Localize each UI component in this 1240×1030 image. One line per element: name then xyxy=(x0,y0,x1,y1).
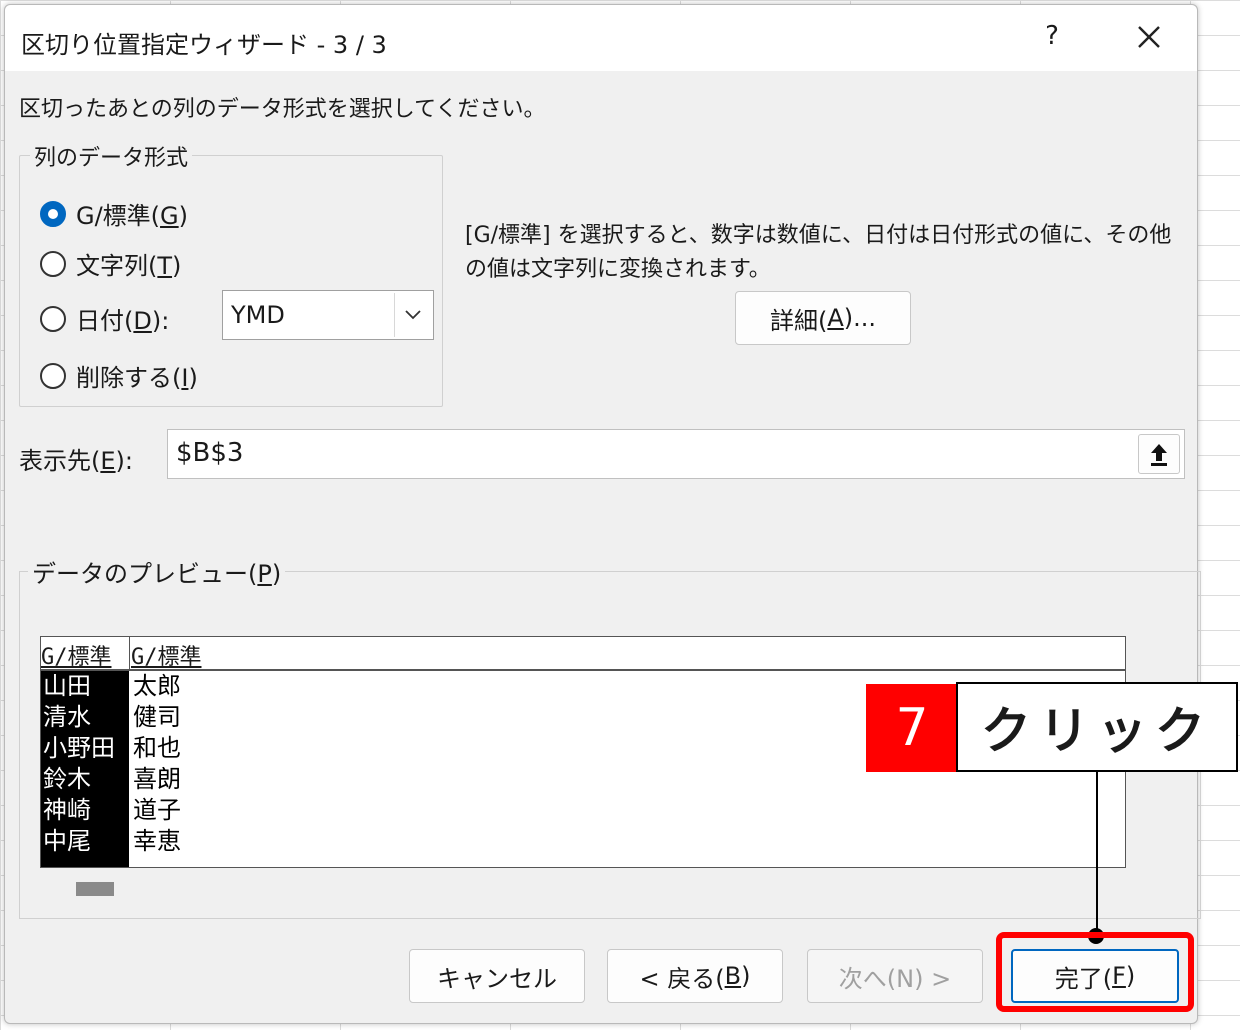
callout-label: クリック xyxy=(956,682,1238,772)
radio-skip-indicator[interactable] xyxy=(40,362,66,389)
advanced-button[interactable]: 詳細(A)... xyxy=(735,291,911,345)
table-cell: 喜朗 xyxy=(133,765,181,793)
help-button[interactable]: ? xyxy=(1037,21,1067,51)
radio-text[interactable]: 文字列(T) xyxy=(40,246,181,281)
dialog-title: 区切り位置指定ウィザード - 3 / 3 xyxy=(21,31,387,59)
destination-value: $B$3 xyxy=(176,438,244,468)
table-cell: 幸恵 xyxy=(133,827,181,855)
text-to-columns-wizard-dialog: 区切り位置指定ウィザード - 3 / 3 ? 区切ったあとの列のデータ形式を選択… xyxy=(4,4,1201,1024)
preview-header-row: G/標準 G/標準 xyxy=(41,637,1125,671)
table-cell: 健司 xyxy=(133,703,181,731)
table-cell: 神崎 xyxy=(43,796,91,824)
column-format-group: 列のデータ形式 G/標準(G) 文字列(T) 日付(D): YMD 削除する(I… xyxy=(19,140,443,407)
radio-general-label: G/標準(G) xyxy=(76,202,189,230)
table-cell: 清水 xyxy=(43,703,91,731)
radio-date-indicator[interactable] xyxy=(40,305,66,332)
table-cell: 鈴木 xyxy=(43,765,91,793)
radio-general-indicator[interactable] xyxy=(40,200,66,227)
callout-leader-line xyxy=(1096,772,1098,936)
destination-label: 表示先(E): xyxy=(19,447,133,475)
radio-skip-label: 削除する(I) xyxy=(76,364,198,392)
date-format-dropdown-button[interactable] xyxy=(394,293,431,337)
column-divider xyxy=(129,637,130,669)
cancel-button[interactable]: キャンセル xyxy=(409,949,585,1003)
title-bar: 区切り位置指定ウィザード - 3 / 3 ? xyxy=(5,5,1197,71)
collapse-dialog-button[interactable] xyxy=(1138,434,1180,474)
step-number-badge: 7 xyxy=(866,684,958,772)
back-button[interactable]: < 戻る(B) xyxy=(607,949,783,1003)
close-button[interactable] xyxy=(1133,21,1165,53)
preview-header-col-2[interactable]: G/標準 xyxy=(131,639,202,671)
next-button[interactable]: 次へ(N) > xyxy=(807,949,983,1003)
radio-skip[interactable]: 削除する(I) xyxy=(40,358,198,393)
table-cell: 道子 xyxy=(133,796,181,824)
destination-input[interactable]: $B$3 xyxy=(167,429,1185,479)
table-cell: 中尾 xyxy=(43,827,91,855)
radio-text-label: 文字列(T) xyxy=(76,252,182,280)
radio-date[interactable]: 日付(D): xyxy=(40,301,169,336)
radio-date-label: 日付(D): xyxy=(76,307,170,335)
radio-text-indicator[interactable] xyxy=(40,250,66,277)
table-cell: 山田 xyxy=(43,672,91,700)
date-format-select[interactable]: YMD xyxy=(222,290,434,340)
preview-header-col-1[interactable]: G/標準 xyxy=(41,639,112,671)
horizontal-scrollbar-thumb[interactable] xyxy=(76,882,114,896)
table-cell: 小野田 xyxy=(43,734,115,762)
upload-arrow-icon xyxy=(1151,444,1167,466)
format-description: [G/標準] を選択すると、数字は数値に、日付は日付形式の値に、その他の値は文字… xyxy=(465,223,1172,282)
close-icon xyxy=(1138,26,1160,48)
data-preview-legend: データのプレビュー(P) xyxy=(28,554,286,589)
table-cell: 和也 xyxy=(133,734,181,762)
date-format-value: YMD xyxy=(231,301,285,329)
radio-general[interactable]: G/標準(G) xyxy=(40,196,188,231)
instruction-text: 区切ったあとの列のデータ形式を選択してください。 xyxy=(19,97,546,122)
table-cell: 太郎 xyxy=(133,672,181,700)
column-format-legend: 列のデータ形式 xyxy=(30,140,193,172)
finish-button-highlight xyxy=(996,932,1194,1012)
chevron-down-icon xyxy=(405,310,421,320)
